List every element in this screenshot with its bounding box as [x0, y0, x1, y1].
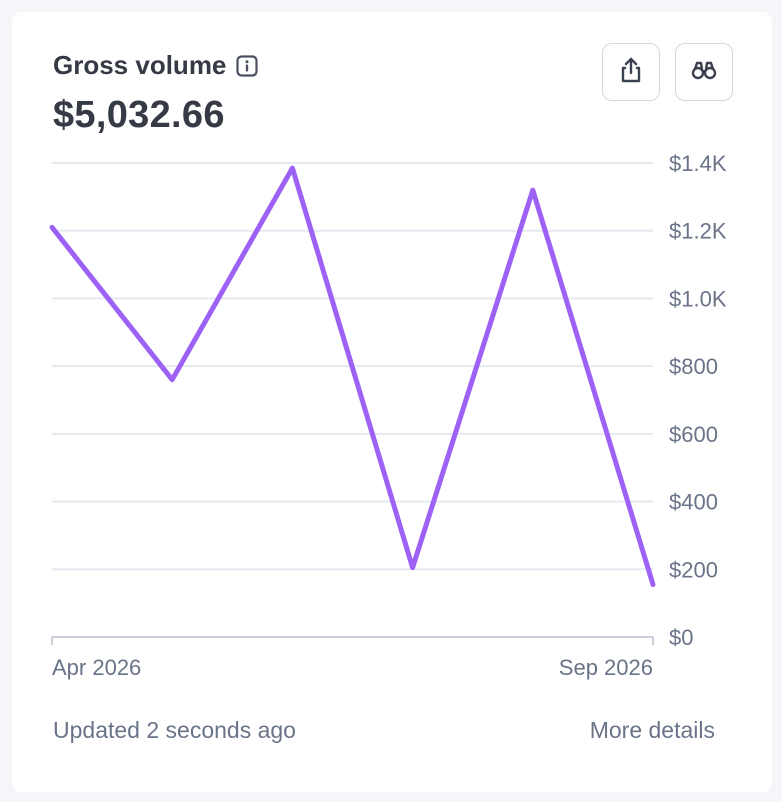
y-tick-label: $1.4K: [669, 151, 727, 176]
y-tick-label: $200: [669, 557, 718, 582]
x-tick-label: Sep 2026: [559, 655, 653, 680]
x-tick-label: Apr 2026: [52, 655, 141, 680]
y-tick-label: $400: [669, 490, 718, 515]
y-tick-label: $600: [669, 422, 718, 447]
y-tick-label: $800: [669, 354, 718, 379]
y-tick-label: $1.2K: [669, 219, 727, 244]
gross-volume-chart: $0 $200 $400 $600 $800 $1.0K $1.2K $1.4K Apr 20…: [49, 151, 727, 680]
y-tick-label: $0: [669, 625, 693, 650]
updated-status: Updated 2 seconds ago: [53, 717, 296, 743]
more-details-link[interactable]: More details: [590, 717, 715, 744]
gross-volume-card: Gross volume $5,032.66 $0 $200 $400 $600…: [12, 12, 772, 792]
y-tick-label: $1.0K: [669, 286, 727, 311]
